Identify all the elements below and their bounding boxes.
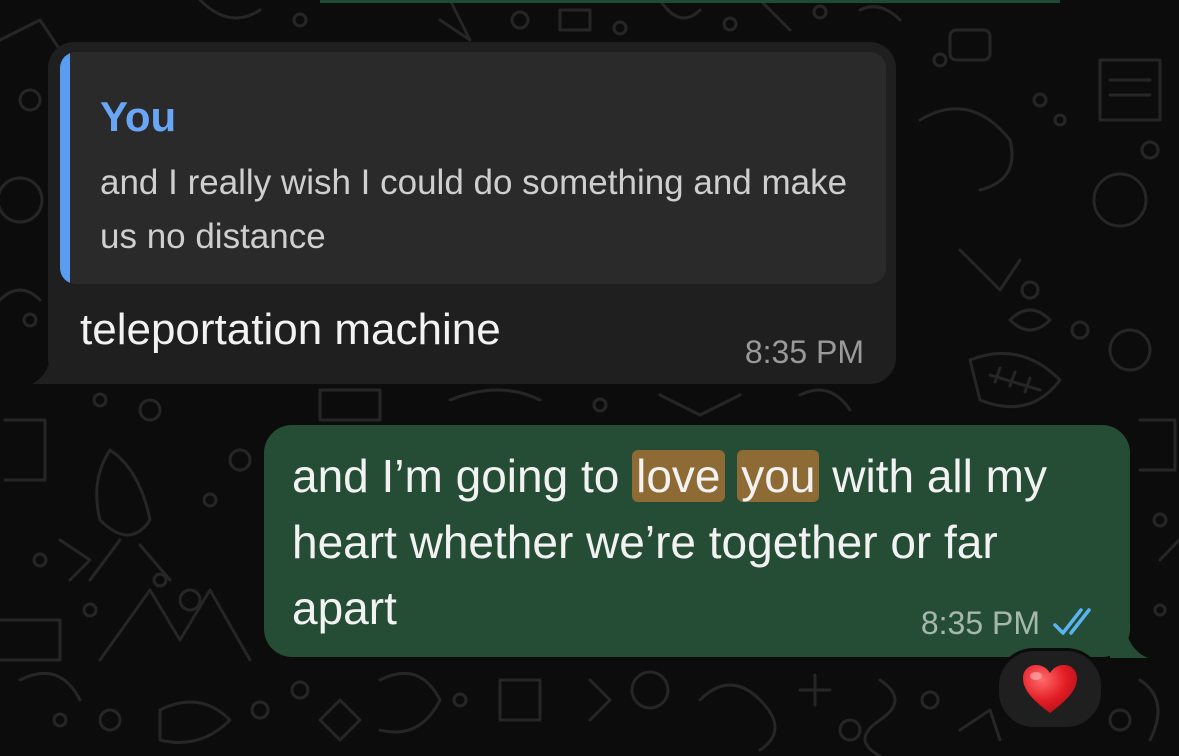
- message-timestamp: 8:35 PM: [744, 334, 864, 370]
- quote-accent-bar: [60, 52, 70, 284]
- outgoing-message-bubble[interactable]: and I’m going to love you with all my he…: [264, 425, 1130, 657]
- incoming-message-bubble[interactable]: You and I really wish I could do somethi…: [48, 42, 896, 384]
- message-timestamp: 8:35 PM: [920, 605, 1040, 641]
- message-text-part: and I’m going to: [292, 450, 633, 502]
- previous-bubble-edge: [320, 0, 1060, 3]
- double-check-read-icon: [1053, 608, 1091, 635]
- message-text-part: [725, 450, 738, 502]
- red-heart-icon: [1023, 665, 1077, 713]
- chat-view: You and I really wish I could do somethi…: [0, 0, 1179, 756]
- message-reaction[interactable]: [996, 648, 1104, 730]
- quote-author: You: [100, 93, 177, 140]
- highlighted-word[interactable]: love: [632, 450, 725, 502]
- quoted-reply[interactable]: You and I really wish I could do somethi…: [60, 52, 886, 284]
- quote-text: and I really wish I could do something a…: [100, 163, 848, 256]
- highlighted-word[interactable]: you: [737, 450, 820, 502]
- message-text: teleportation machine: [80, 305, 501, 354]
